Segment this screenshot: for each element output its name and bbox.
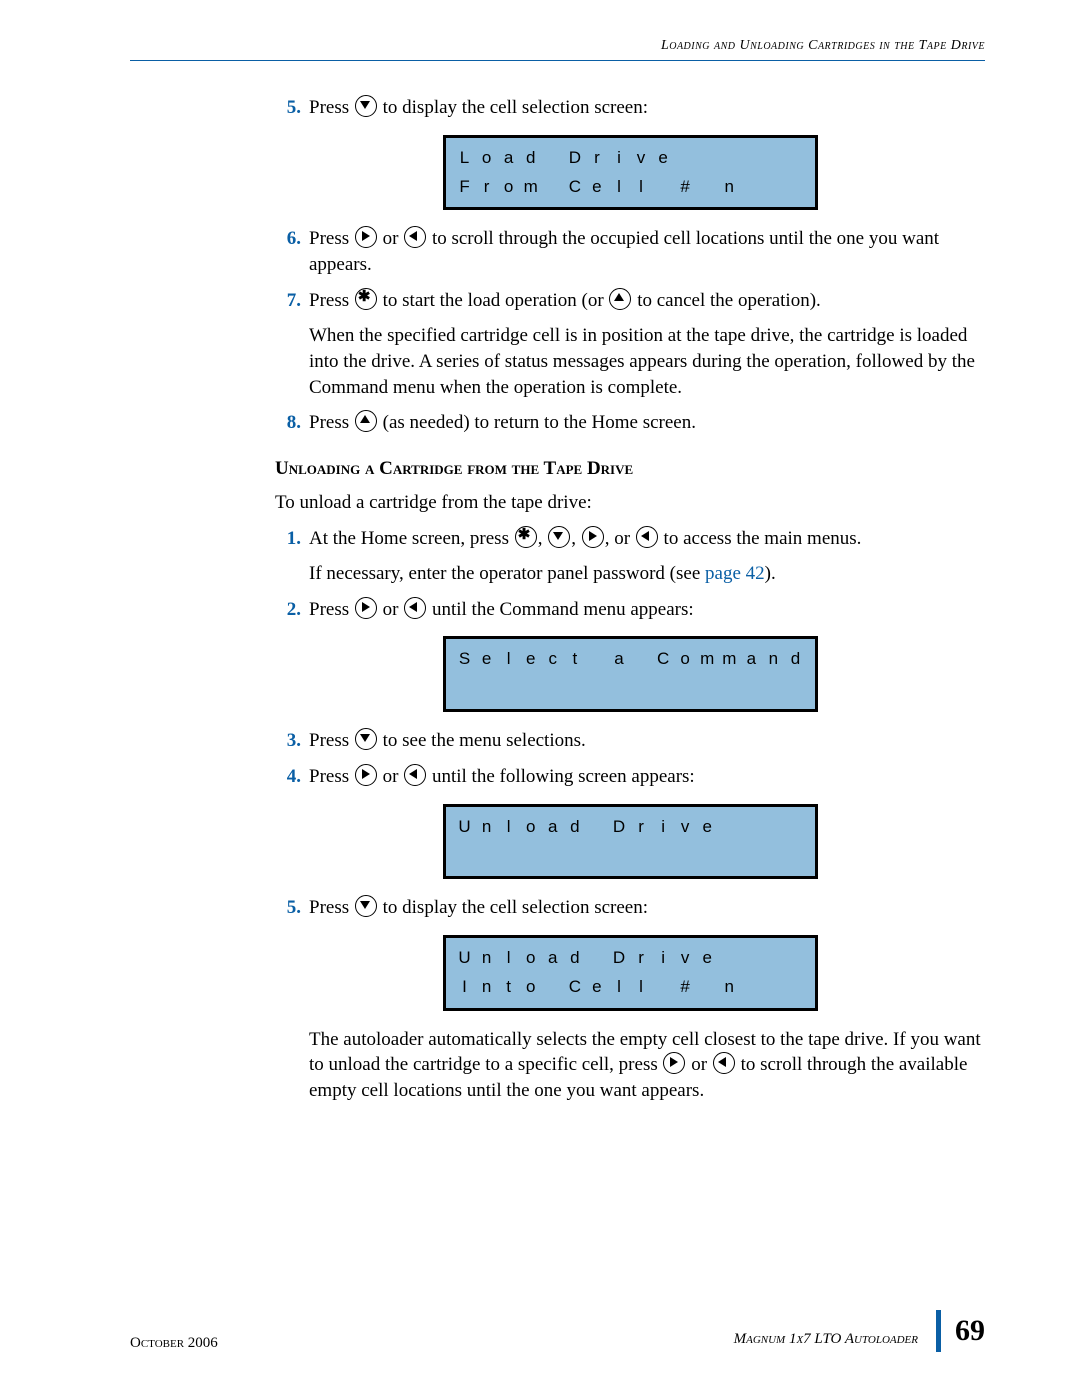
footer: October 2006 Magnum 1x7 LTO Autoloader 6… — [130, 1310, 985, 1352]
enter-icon — [515, 526, 537, 548]
step-7a: 7. Press to start the load operation (or… — [275, 288, 985, 314]
step-number: 7. — [275, 288, 301, 314]
left-icon — [404, 597, 426, 619]
down-icon — [355, 895, 377, 917]
right-icon — [355, 226, 377, 248]
down-icon — [355, 728, 377, 750]
footer-product: Magnum 1x7 LTO Autoloader — [734, 1331, 918, 1352]
down-icon — [548, 526, 570, 548]
step-number: 4. — [275, 764, 301, 790]
down-icon — [355, 95, 377, 117]
step-7-paragraph: When the specified cartridge cell is in … — [309, 323, 985, 400]
step-3b: 3. Press to see the menu selections. — [275, 728, 985, 754]
step-4b: 4. Press or until the following screen a… — [275, 764, 985, 790]
step-5a: 5. Press to display the cell selection s… — [275, 95, 985, 121]
step-number: 8. — [275, 410, 301, 436]
right-icon — [355, 764, 377, 786]
step-1-paragraph: If necessary, enter the operator panel p… — [309, 561, 985, 587]
footer-date: October 2006 — [130, 1335, 218, 1352]
step-number: 3. — [275, 728, 301, 754]
lcd-screen-unload-into-cell: Unload Drive Into Cell # n — [443, 935, 818, 1011]
section-heading: Unloading a Cartridge from the Tape Driv… — [275, 458, 985, 480]
step-number: 5. — [275, 95, 301, 121]
header-rule — [130, 60, 985, 61]
left-icon — [404, 764, 426, 786]
step-8a: 8. Press (as needed) to return to the Ho… — [275, 410, 985, 436]
enter-icon — [355, 288, 377, 310]
page-number: 69 — [955, 1314, 985, 1348]
end-paragraph: The autoloader automatically selects the… — [309, 1027, 985, 1104]
right-icon — [582, 526, 604, 548]
step-number: 6. — [275, 226, 301, 277]
page-link[interactable]: page 42 — [705, 563, 765, 584]
page-content: 5. Press to display the cell selection s… — [275, 85, 985, 1114]
step-1b: 1. At the Home screen, press , , , or to… — [275, 526, 985, 552]
step-5b: 5. Press to display the cell selection s… — [275, 895, 985, 921]
page: Loading and Unloading Cartridges in the … — [0, 0, 1080, 1397]
step-number: 5. — [275, 895, 301, 921]
intro-paragraph: To unload a cartridge from the tape driv… — [275, 490, 985, 516]
lcd-screen-unload-drive: Unload Drive — [443, 804, 818, 880]
step-6a: 6. Press or to scroll through the occupi… — [275, 226, 985, 277]
right-icon — [663, 1052, 685, 1074]
left-icon — [636, 526, 658, 548]
running-header: Loading and Unloading Cartridges in the … — [661, 38, 985, 54]
lcd-screen-load-drive: Load Drive From Cell # n — [443, 135, 818, 211]
up-icon — [609, 288, 631, 310]
right-icon — [355, 597, 377, 619]
step-2b: 2. Press or until the Command menu appea… — [275, 597, 985, 623]
step-number: 2. — [275, 597, 301, 623]
step-number: 1. — [275, 526, 301, 552]
left-icon — [404, 226, 426, 248]
left-icon — [713, 1052, 735, 1074]
lcd-screen-select-command: Select a Command — [443, 636, 818, 712]
up-icon — [355, 410, 377, 432]
